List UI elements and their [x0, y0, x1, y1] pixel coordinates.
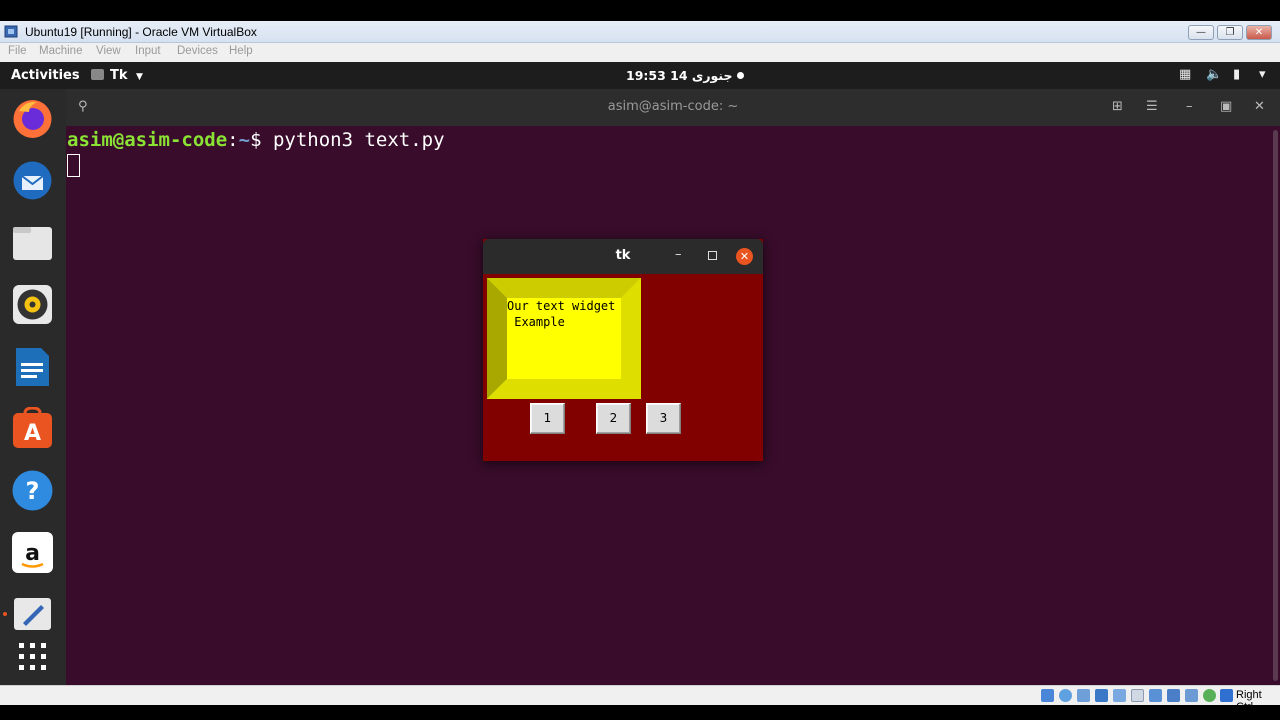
tk-maximize-icon[interactable] [708, 251, 717, 260]
firefox-launcher[interactable] [11, 97, 54, 140]
button-2[interactable]: 2 [596, 403, 631, 434]
audio-icon[interactable] [1077, 689, 1090, 702]
ubuntu-software-icon: A [13, 406, 52, 448]
tk-minimize-icon[interactable]: – [675, 247, 682, 262]
text-editor-icon [14, 598, 51, 630]
help-icon: ? [12, 470, 53, 511]
shared-folders-icon[interactable] [1131, 689, 1144, 702]
menu-input[interactable]: Input [135, 45, 161, 57]
prompt-symbol: $ [250, 129, 273, 151]
vbox-window-title: Ubuntu19 [Running] - Oracle VM VirtualBo… [25, 25, 257, 39]
tk-window: tk – ✕ Our text widget Example 1 2 3 [483, 239, 763, 461]
clock[interactable]: 19:53 14 جنوری [626, 68, 744, 83]
optical-drive-icon[interactable] [1059, 689, 1072, 702]
gnome-top-bar: Activities Tk ▼ 19:53 14 جنوری ▦ 🔈 ▮ ▾ [0, 62, 1280, 89]
thunderbird-icon [13, 161, 52, 200]
libreoffice-writer-icon [16, 348, 49, 386]
app-menu[interactable]: Tk ▼ [91, 68, 143, 83]
firefox-icon [13, 100, 52, 138]
text-widget-content: Our text widget Example [507, 299, 616, 329]
virtualbox-icon [4, 25, 18, 38]
close-icon[interactable]: ✕ [1254, 99, 1265, 114]
running-indicator-icon [3, 612, 7, 616]
app-menu-icon [91, 69, 104, 80]
menu-machine[interactable]: Machine [39, 45, 82, 57]
rhythmbox-launcher[interactable] [11, 283, 54, 326]
vbox-statusbar: Right Ctrl [0, 685, 1280, 713]
display-icon[interactable] [1149, 689, 1162, 702]
tk-close-icon[interactable]: ✕ [736, 248, 753, 265]
new-tab-icon[interactable]: ⊞ [1112, 99, 1123, 114]
terminal-title: asim@asim-code: ~ [607, 99, 739, 114]
network-icon[interactable]: ▦ [1179, 67, 1191, 82]
tk-title: tk [615, 248, 631, 263]
files-icon [13, 227, 52, 260]
system-menu-chevron-icon[interactable]: ▾ [1259, 67, 1266, 82]
dock: A ? a [0, 89, 66, 685]
menu-view[interactable]: View [96, 45, 121, 57]
svg-text:a: a [25, 541, 40, 566]
activities-button[interactable]: Activities [11, 68, 80, 83]
usb-icon[interactable] [1113, 689, 1126, 702]
button-3[interactable]: 3 [646, 403, 681, 434]
restore-button[interactable]: ❐ [1217, 25, 1243, 40]
vbox-titlebar: Ubuntu19 [Running] - Oracle VM VirtualBo… [0, 21, 1280, 43]
volume-icon[interactable]: 🔈 [1206, 67, 1222, 82]
command-text: python3 text.py [272, 129, 445, 151]
amazon-launcher[interactable]: a [11, 531, 54, 574]
show-applications-icon [19, 643, 46, 670]
maximize-icon[interactable]: ▣ [1220, 99, 1232, 114]
text-editor-launcher[interactable] [11, 593, 54, 636]
mouse-integration-icon[interactable] [1220, 689, 1233, 702]
show-applications-button[interactable] [11, 635, 54, 678]
virtualization-icon[interactable] [1185, 689, 1198, 702]
tk-titlebar: tk – ✕ [483, 239, 763, 274]
video-capture-icon[interactable] [1167, 689, 1180, 702]
text-widget[interactable]: Our text widget Example [487, 278, 641, 399]
prompt-separator: : [227, 129, 239, 151]
minimize-button[interactable]: — [1188, 25, 1214, 40]
ubuntu-software-launcher[interactable]: A [11, 406, 54, 450]
rhythmbox-icon [13, 285, 52, 324]
hamburger-menu-icon[interactable]: ☰ [1146, 99, 1158, 114]
chevron-down-icon: ▼ [136, 72, 143, 82]
notification-dot-icon [736, 72, 744, 79]
menu-devices[interactable]: Devices [177, 45, 218, 57]
network-adapter-icon[interactable] [1095, 689, 1108, 702]
close-button[interactable]: ✕ [1246, 25, 1272, 40]
terminal-header-bar: ⚲ asim@asim-code: ~ ⊞ ☰ – ▣ ✕ [66, 89, 1280, 126]
prompt-line: asim@asim-code:~$ python3 text.py [67, 129, 445, 151]
button-1[interactable]: 1 [530, 403, 565, 434]
battery-icon[interactable]: ▮ [1233, 67, 1240, 82]
prompt-path: ~ [238, 129, 251, 151]
svg-text:A: A [24, 421, 41, 446]
amazon-icon: a [12, 532, 53, 573]
terminal-scrollbar[interactable] [1273, 130, 1278, 681]
thunderbird-launcher[interactable] [11, 159, 54, 202]
guest-additions-icon[interactable] [1203, 689, 1216, 702]
app-menu-label: Tk [110, 68, 128, 83]
vbox-menubar: File Machine View Input Devices Help [0, 43, 1280, 62]
help-launcher[interactable]: ? [11, 469, 54, 512]
hard-disk-icon[interactable] [1041, 689, 1054, 702]
host-key-label: Right Ctrl [1236, 689, 1262, 713]
menu-help[interactable]: Help [229, 45, 253, 57]
svg-text:?: ? [26, 477, 40, 505]
text-cursor [67, 154, 80, 177]
writer-launcher[interactable] [11, 345, 54, 388]
files-launcher[interactable] [11, 221, 54, 264]
clock-label: 19:53 14 جنوری [626, 68, 733, 83]
menu-file[interactable]: File [8, 45, 27, 57]
prompt-user: asim@asim-code [67, 129, 228, 151]
minimize-icon[interactable]: – [1186, 99, 1193, 114]
